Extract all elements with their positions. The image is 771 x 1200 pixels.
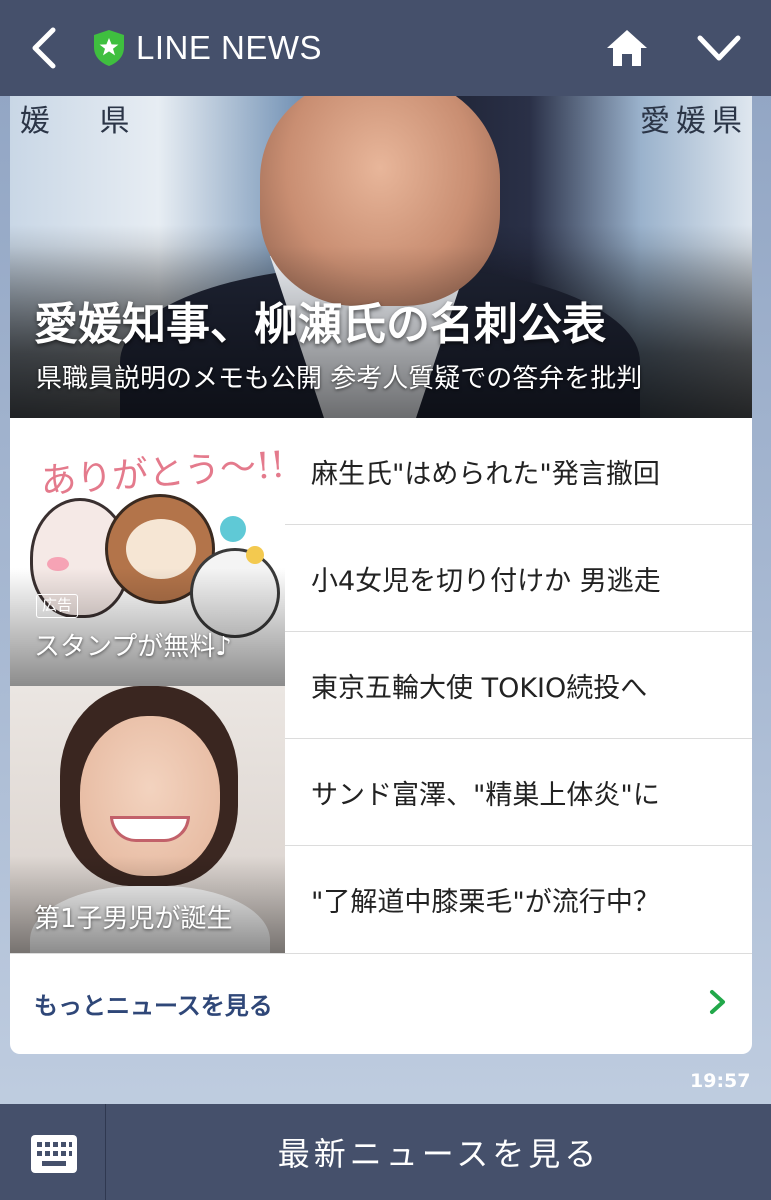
chevron-left-icon <box>32 27 56 69</box>
ad-thumbnail[interactable]: ありがとう～!! 広告 スタンプが無料♪ <box>10 418 285 686</box>
home-icon <box>607 30 647 66</box>
chevron-right-icon <box>710 990 725 1014</box>
hero-sign-right: 愛媛県 <box>640 104 748 139</box>
app-title: LINE NEWS <box>136 29 323 66</box>
keyboard-button[interactable] <box>0 1104 106 1200</box>
app-header: LINE NEWS <box>0 0 771 96</box>
headline-item[interactable]: 麻生氏"はめられた"発言撤回 <box>285 418 752 525</box>
headline-item[interactable]: 東京五輪大使 TOKIO続投へ <box>285 632 752 739</box>
headline-item[interactable]: "了解道中膝栗毛"が流行中？ <box>285 846 752 953</box>
person-face <box>80 716 220 876</box>
ad-caption: スタンプが無料♪ <box>34 632 232 662</box>
flower-icon <box>220 516 246 542</box>
chevron-down-icon <box>697 35 741 61</box>
bottom-bar: 最新ニュースを見る <box>0 1104 771 1200</box>
news-card: 媛 県 愛媛県 愛媛知事、柳瀬氏の名刺公表 県職員説明のメモも公開 参考人質疑で… <box>10 96 752 1054</box>
hero-subheadline: 県職員説明のメモも公開 参考人質疑での答弁を批判 <box>36 364 643 394</box>
back-button[interactable] <box>22 22 66 74</box>
hero-headline: 愛媛知事、柳瀬氏の名刺公表 <box>34 299 606 350</box>
person-thumbnail[interactable]: 第1子男児が誕生 <box>10 686 285 953</box>
headline-list: 麻生氏"はめられた"発言撤回 小4女児を切り付けか 男逃走 東京五輪大使 TOK… <box>285 418 752 953</box>
person-caption: 第1子男児が誕生 <box>34 904 233 934</box>
message-timestamp: 19:57 <box>690 1070 751 1092</box>
hero-article[interactable]: 媛 県 愛媛県 愛媛知事、柳瀬氏の名刺公表 県職員説明のメモも公開 参考人質疑で… <box>10 96 752 418</box>
ad-badge: 広告 <box>36 594 79 618</box>
flower-icon <box>246 546 264 564</box>
latest-news-button[interactable]: 最新ニュースを見る <box>107 1104 771 1200</box>
collapse-button[interactable] <box>694 28 744 68</box>
headline-item[interactable]: サンド富澤、"精巣上体炎"に <box>285 739 752 846</box>
hero-sign-left: 媛 県 <box>20 104 150 139</box>
headline-item[interactable]: 小4女児を切り付けか 男逃走 <box>285 525 752 632</box>
more-news-label: もっとニュースを見る <box>34 992 273 1020</box>
app-logo: LINE NEWS <box>92 26 322 70</box>
keyboard-icon <box>31 1135 77 1173</box>
home-button[interactable] <box>604 26 650 70</box>
more-news-link[interactable]: もっとニュースを見る <box>10 954 752 1054</box>
shield-star-icon <box>94 30 124 66</box>
